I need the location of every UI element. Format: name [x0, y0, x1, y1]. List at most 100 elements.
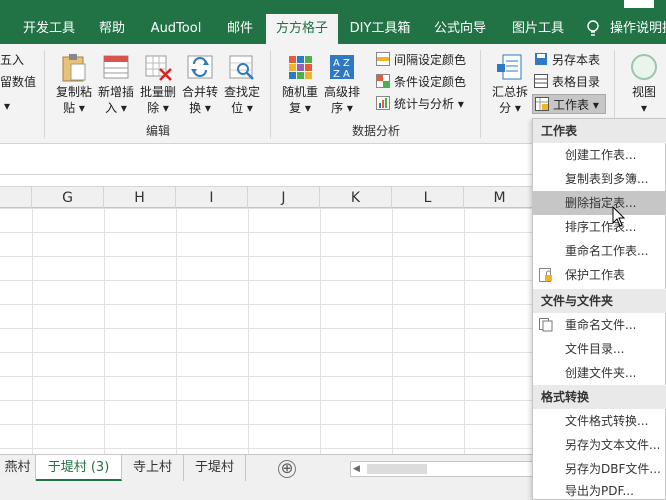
menu-item-create-worksheet[interactable]: 创建工作表...: [533, 143, 666, 167]
random-repeat-label-2: 复 ▾: [289, 101, 311, 115]
tab-picture-tools[interactable]: 图片工具: [500, 14, 576, 44]
menu-item-protect-worksheet[interactable]: 保护工作表: [533, 263, 666, 287]
table-directory-icon: [534, 74, 548, 88]
insert-rows-icon: [103, 55, 129, 79]
find-locate-label-2: 位 ▾: [231, 101, 253, 115]
view-label-1: 视图: [631, 85, 656, 99]
grid-line: [320, 208, 321, 454]
sort-az-icon: A Z Z A: [330, 55, 354, 80]
scroll-left-icon[interactable]: ◀: [353, 464, 360, 474]
batch-delete-button[interactable]: 批量删 除 ▾: [136, 52, 180, 116]
merge-convert-button[interactable]: 合并转 换 ▾: [178, 52, 222, 116]
table-directory-label: 表格目录: [552, 75, 601, 89]
worksheet-icon: [535, 97, 549, 111]
interval-color-icon: [376, 52, 390, 66]
keep-value-button-partial[interactable]: 留数值: [0, 72, 36, 92]
tell-me-search[interactable]: 操作说明搜索: [610, 14, 666, 44]
horizontal-scrollbar[interactable]: ◀: [350, 461, 540, 477]
menu-item-save-as-text[interactable]: 另存为文本文件...: [533, 433, 666, 457]
protect-sheet-icon: [539, 268, 552, 282]
merge-convert-label-1: 合并转: [181, 85, 218, 99]
round-button-partial[interactable]: 五入: [0, 50, 24, 70]
summary-split-label-1: 汇总拆: [491, 85, 528, 99]
save-this-sheet-button[interactable]: 另存本表: [534, 50, 600, 70]
tab-fangfanggezi[interactable]: 方方格子: [266, 14, 338, 44]
tab-formula-wizard[interactable]: 公式向导: [422, 14, 498, 44]
tab-mail[interactable]: 邮件: [216, 14, 264, 44]
menu-item-file-format-convert[interactable]: 文件格式转换...: [533, 409, 666, 433]
column-header-i[interactable]: I: [176, 187, 248, 209]
menu-section-format-convert: 格式转换: [533, 385, 666, 409]
column-header-g[interactable]: G: [32, 187, 104, 209]
menu-item-delete-sheet[interactable]: 删除指定表...: [533, 191, 666, 215]
grid-line: [104, 208, 105, 454]
find-magnifier-icon: [229, 55, 254, 80]
tab-developer[interactable]: 开发工具: [10, 14, 88, 44]
copy-paste-button[interactable]: 复制粘 贴 ▾: [52, 52, 96, 116]
clipboard-icon: [62, 54, 86, 82]
rename-files-label: 重命名文件...: [565, 318, 637, 332]
summary-split-label-2: 分 ▾: [499, 101, 521, 115]
find-locate-button[interactable]: 查找定 位 ▾: [220, 52, 264, 116]
column-header-j[interactable]: J: [248, 187, 320, 209]
menu-section-worksheet: 工作表: [533, 119, 666, 143]
insert-button[interactable]: 新增插 入 ▾: [94, 52, 138, 116]
group-separator: [270, 50, 271, 138]
column-header-k[interactable]: K: [320, 187, 392, 209]
add-sheet-button[interactable]: ⊕: [278, 460, 296, 478]
scroll-thumb[interactable]: [367, 464, 427, 474]
delete-grid-icon: [145, 55, 172, 81]
condition-color-icon: [376, 74, 390, 88]
save-this-sheet-label: 另存本表: [552, 53, 601, 67]
partial-dropdown-arrow[interactable]: ▾: [4, 96, 10, 116]
menu-item-file-directory[interactable]: 文件目录...: [533, 337, 666, 361]
tab-help[interactable]: 帮助: [88, 14, 136, 44]
worksheet-dropdown-button[interactable]: 工作表 ▾: [532, 94, 606, 114]
interval-color-button[interactable]: 间隔设定颜色: [376, 50, 466, 70]
grid-line: [464, 208, 465, 454]
random-repeat-label-1: 随机重: [281, 85, 318, 99]
stats-analysis-label: 统计与分析 ▾: [394, 97, 464, 111]
column-header-h[interactable]: H: [104, 187, 176, 209]
summary-split-button[interactable]: 汇总拆 分 ▾: [488, 52, 532, 116]
data-analysis-group-label: 数据分析: [351, 124, 400, 138]
ribbon-tab-bar: 开发工具 帮助 AudTool 邮件 方方格子 DIY工具箱 公式向导 图片工具…: [0, 0, 666, 44]
lightbulb-icon[interactable]: [586, 20, 600, 38]
sheet-tab-sishangcun[interactable]: 寺上村: [122, 455, 184, 481]
worksheet-dropdown-menu: 工作表 创建工作表... 复制表到多簿... 删除指定表... 排序工作表...…: [532, 118, 666, 500]
menu-item-sort-worksheets[interactable]: 排序工作表...: [533, 215, 666, 239]
tab-diy-toolbox[interactable]: DIY工具箱: [340, 14, 420, 44]
table-directory-button[interactable]: 表格目录: [534, 72, 600, 92]
random-repeat-button[interactable]: 随机重 复 ▾: [278, 52, 322, 116]
column-header-partial[interactable]: [0, 187, 32, 209]
stats-analysis-button[interactable]: 统计与分析 ▾: [376, 94, 464, 114]
tab-audtool[interactable]: AudTool: [138, 14, 214, 44]
column-header-m[interactable]: M: [464, 187, 536, 209]
grid-line: [248, 208, 249, 454]
batch-delete-label-2: 除 ▾: [147, 101, 169, 115]
svg-text:Z: Z: [333, 69, 340, 80]
merge-convert-label-2: 换 ▾: [189, 101, 211, 115]
advanced-sort-button[interactable]: A Z Z A 高级排 序 ▾: [320, 52, 364, 116]
menu-item-copy-to-workbooks[interactable]: 复制表到多簿...: [533, 167, 666, 191]
menu-item-rename-files[interactable]: 重命名文件...: [533, 313, 666, 337]
sheet-tab-yancun[interactable]: 燕村: [0, 455, 36, 481]
condition-color-button[interactable]: 条件设定颜色: [376, 72, 466, 92]
advanced-sort-label-2: 序 ▾: [331, 101, 353, 115]
menu-item-create-folders[interactable]: 创建文件夹...: [533, 361, 666, 385]
grid-line: [32, 208, 33, 454]
sheet-tab-yudicun[interactable]: 于堤村: [184, 455, 246, 481]
sheet-tab-yudicun-3[interactable]: 于堤村 (3): [36, 455, 122, 481]
view-button[interactable]: 视图 ▾: [622, 52, 666, 116]
view-label-2: ▾: [640, 101, 648, 115]
menu-item-rename-worksheet[interactable]: 重命名工作表...: [533, 239, 666, 263]
column-header-l[interactable]: L: [392, 187, 464, 209]
svg-text:A: A: [343, 69, 350, 80]
svg-text:A: A: [333, 58, 340, 69]
advanced-sort-label-1: 高级排: [323, 85, 360, 99]
menu-item-save-as-dbf[interactable]: 另存为DBF文件...: [533, 457, 666, 481]
protect-worksheet-label: 保护工作表: [565, 268, 626, 282]
mouse-pointer-icon: [612, 206, 626, 227]
menu-item-export-pdf[interactable]: 导出为PDF...: [533, 481, 666, 500]
random-blocks-icon: [289, 56, 312, 79]
